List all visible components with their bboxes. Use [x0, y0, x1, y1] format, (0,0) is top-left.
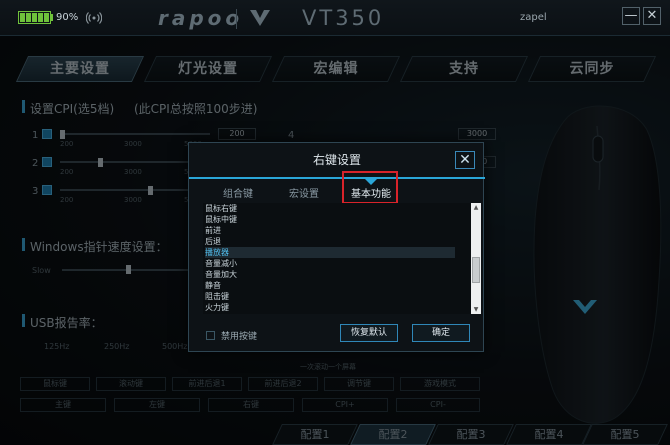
v-logo-icon [250, 10, 270, 26]
disable-key-checkbox[interactable] [206, 331, 215, 340]
list-item[interactable]: 音量减小 [205, 258, 455, 269]
scroll-down-icon[interactable]: ▼ [471, 305, 481, 314]
list-item[interactable]: 火力键 [205, 302, 455, 313]
scrollbar-thumb[interactable] [472, 257, 480, 283]
scroll-up-icon[interactable]: ▲ [471, 203, 481, 212]
list-scrollbar[interactable]: ▲ ▼ [471, 203, 481, 314]
function-list[interactable]: 鼠标右键 鼠标中键 前进 后退 播放器 音量减小 音量加大 静音 阻击键 火力键… [203, 203, 481, 314]
battery-icon [18, 11, 51, 24]
list-item[interactable]: 音量加大 [205, 269, 455, 280]
highlight-box [342, 171, 398, 204]
app-window: 90% rapoo VT350 zapel — ✕ 主要设置 灯光设置 宏编辑 … [0, 0, 670, 445]
battery-percent: 90% [56, 12, 79, 23]
brand-logo: rapoo [158, 6, 244, 30]
close-window-button[interactable]: ✕ [643, 7, 661, 25]
list-item[interactable]: 静音 [205, 280, 455, 291]
disable-key-label: 禁用按键 [221, 332, 258, 342]
list-item[interactable]: 鼠标右键 [205, 203, 455, 214]
dialog-divider [189, 177, 485, 179]
dialog-close-button[interactable]: ✕ [455, 151, 475, 169]
user-name[interactable]: zapel [520, 12, 547, 23]
title-bar: 90% rapoo VT350 zapel — ✕ [0, 0, 670, 36]
model-name: VT350 [302, 6, 385, 30]
dialog-tab-macro[interactable]: 宏设置 [289, 185, 319, 200]
wireless-icon [86, 12, 102, 24]
battery-tip [51, 14, 53, 21]
brand-divider [236, 9, 237, 29]
restore-default-button[interactable]: 恢复默认 [340, 324, 398, 342]
list-item[interactable]: 鼠标中键 [205, 214, 455, 225]
list-item[interactable]: 前进 [205, 225, 455, 236]
list-item-selected[interactable]: 播放器 [205, 247, 455, 258]
dialog-title: 右键设置 [312, 153, 361, 167]
list-item[interactable]: 后退 [205, 236, 455, 247]
list-item[interactable]: 阻击键 [205, 291, 455, 302]
ok-button[interactable]: 确定 [412, 324, 470, 342]
dialog-tab-combo-keys[interactable]: 组合键 [223, 185, 253, 200]
right-button-settings-dialog: 右键设置 ✕ 组合键 宏设置 基本功能 鼠标右键 鼠标中键 前进 后退 播放器 … [188, 142, 485, 352]
minimize-button[interactable]: — [622, 7, 640, 25]
